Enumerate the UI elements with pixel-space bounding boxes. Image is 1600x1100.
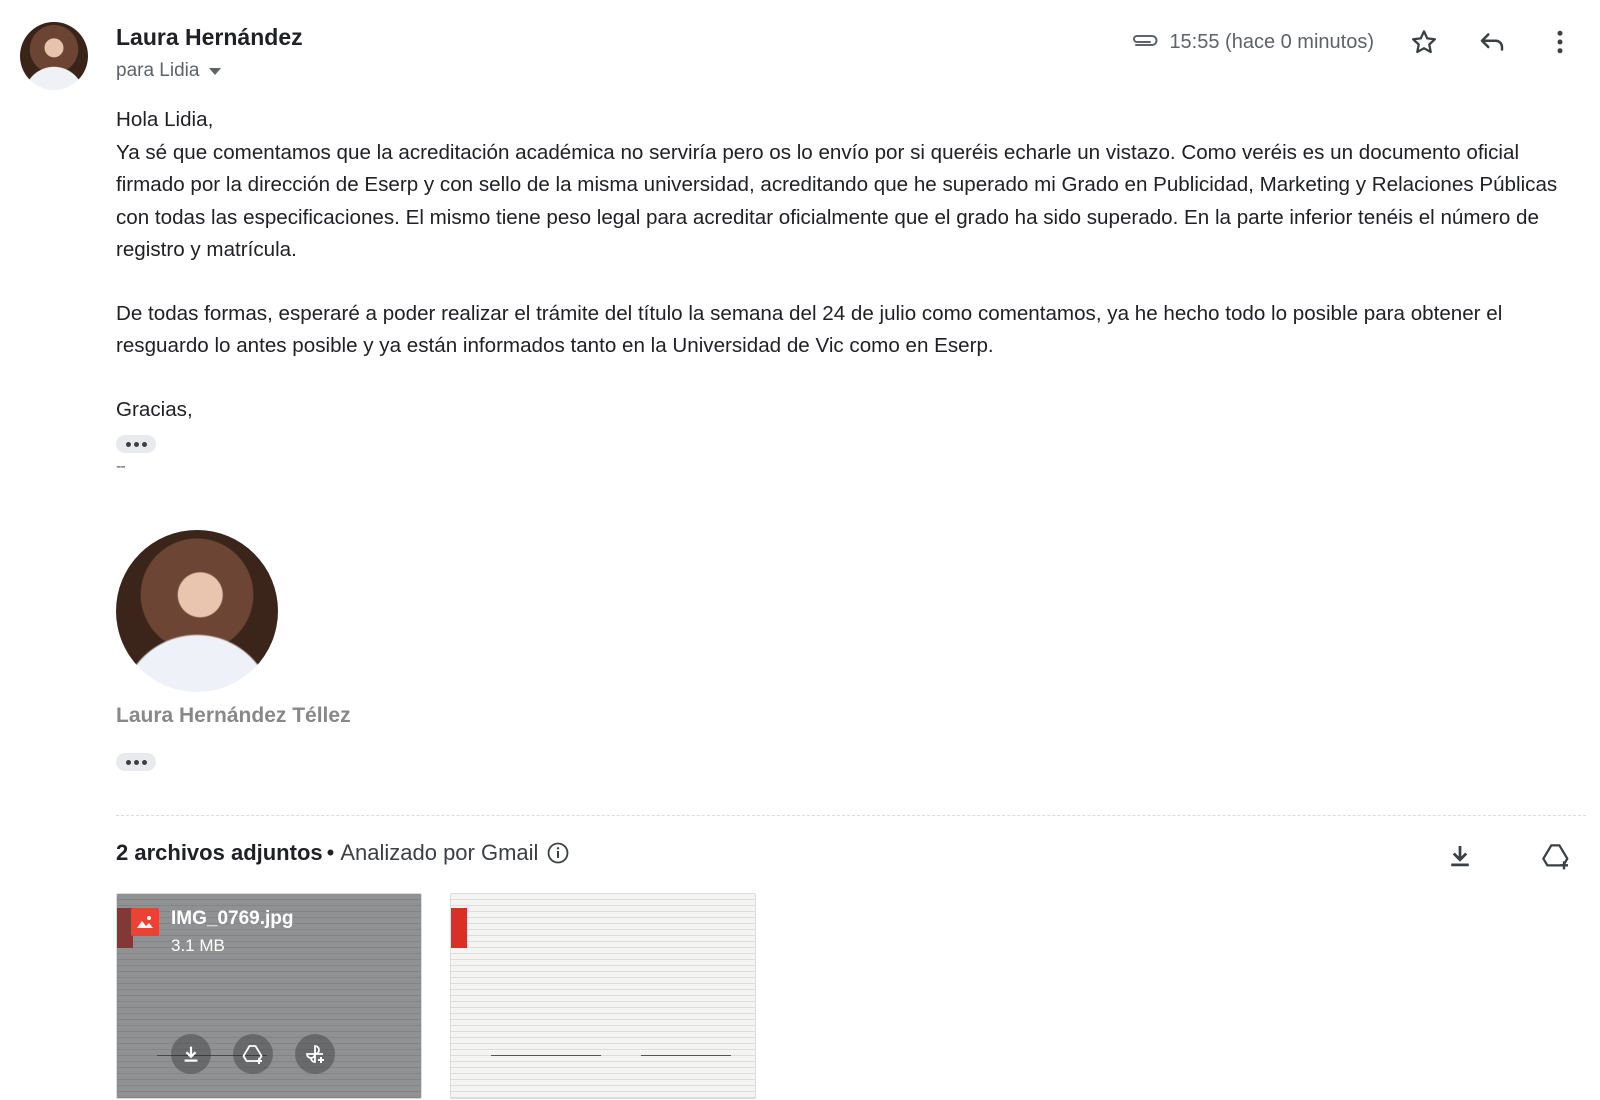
message-timestamp: 15:55 (hace 0 minutos)	[1169, 30, 1374, 53]
paperclip-icon	[1133, 35, 1158, 46]
greeting-text: Hola Lidia,	[116, 108, 214, 131]
attachment-thumbnail-1[interactable]: IMG_0769.jpg 3.1 MB	[116, 893, 422, 1099]
image-file-icon	[131, 908, 159, 936]
add-to-drive-icon	[1542, 844, 1569, 870]
sender-avatar[interactable]	[20, 22, 88, 90]
download-all-button[interactable]	[1440, 836, 1480, 876]
download-icon	[184, 1046, 198, 1062]
star-icon	[1412, 30, 1436, 54]
attachment-filename: IMG_0769.jpg	[171, 908, 294, 929]
closing-text: Gracias,	[116, 397, 193, 421]
add-to-drive-button[interactable]	[233, 1034, 273, 1074]
message-header-actions: 15:55 (hace 0 minutos)	[1129, 22, 1580, 62]
more-options-button[interactable]	[1540, 22, 1580, 62]
signature-separator: --	[116, 458, 126, 475]
recipient-label: para Lidia	[116, 60, 200, 81]
body-paragraph-2: De todas formas, esperaré a poder realiz…	[116, 301, 1503, 358]
add-to-drive-icon	[242, 1045, 263, 1064]
star-button[interactable]	[1404, 22, 1444, 62]
attachments-count: 2 archivos adjuntos	[116, 840, 323, 865]
reply-button[interactable]	[1472, 22, 1512, 62]
sender-name: Laura Hernández	[116, 24, 303, 50]
attachment-actions	[171, 1034, 335, 1074]
scanned-by-gmail-label: Analizado por Gmail	[340, 840, 539, 865]
attachments-separator: •	[326, 840, 335, 865]
reply-icon	[1480, 33, 1504, 51]
attachments-actions	[1440, 836, 1576, 876]
attachments-divider	[116, 815, 1586, 816]
add-to-photos-button[interactable]	[295, 1034, 335, 1074]
signature-name: Laura Hernández Téllez	[116, 704, 351, 727]
chevron-down-icon	[209, 67, 222, 75]
body-paragraph-1: Ya sé que comentamos que la acreditación…	[116, 140, 1558, 262]
attachment-thumbnail-2[interactable]	[450, 893, 756, 1099]
add-to-photos-icon	[306, 1045, 324, 1063]
message-body: Hola Lidia, Ya sé que comentamos que la …	[116, 104, 1586, 426]
show-trimmed-content-button-2[interactable]	[116, 753, 156, 771]
attachment-info: IMG_0769.jpg 3.1 MB	[131, 908, 294, 956]
info-icon[interactable]	[546, 841, 570, 865]
more-vert-icon	[1557, 30, 1563, 54]
download-attachment-button[interactable]	[171, 1034, 211, 1074]
download-icon	[1451, 846, 1469, 867]
attachments-header: 2 archivos adjuntos • Analizado por Gmai…	[116, 840, 570, 866]
attachment-filesize: 3.1 MB	[171, 936, 225, 955]
add-all-to-drive-button[interactable]	[1536, 836, 1576, 876]
signature-photo	[116, 530, 278, 692]
show-trimmed-content-button[interactable]	[116, 435, 156, 453]
recipient-dropdown[interactable]: para Lidia	[116, 60, 222, 82]
